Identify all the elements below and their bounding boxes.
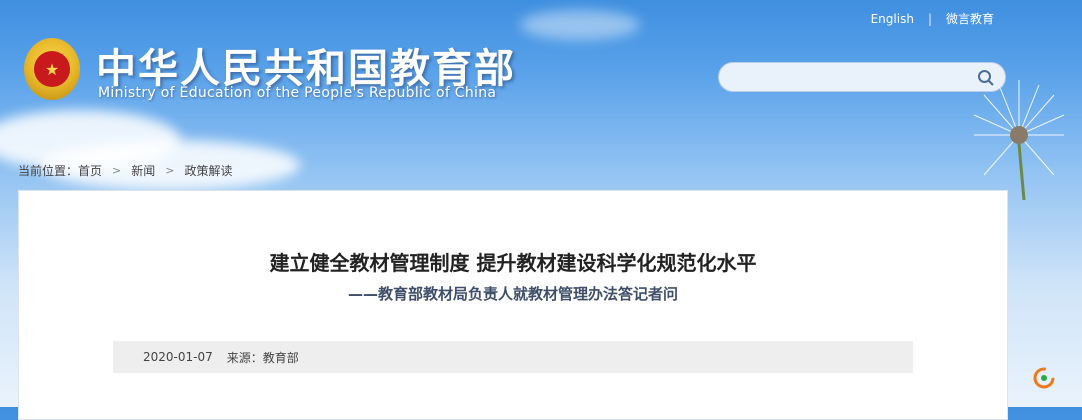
star-icon: ★ (34, 51, 70, 87)
english-link[interactable]: English (871, 12, 914, 26)
national-emblem-logo: ★ (24, 38, 80, 100)
search-icon[interactable] (977, 69, 995, 87)
weiyan-jiaoyu-link[interactable]: 微言教育 (946, 10, 994, 27)
article-date: 2020-01-07 (143, 350, 213, 364)
site-subtitle: Ministry of Education of the People's Re… (98, 85, 497, 101)
chevron-right-icon: > (112, 164, 122, 177)
breadcrumb-home[interactable]: 首页 (78, 162, 102, 179)
article-title: 建立健全教材管理制度 提升教材建设科学化规范化水平 (269, 251, 757, 275)
breadcrumb-label: 当前位置： (18, 164, 79, 178)
article-source: 来源：教育部 (226, 350, 299, 365)
article-subtitle: ——教育部教材局负责人就教材管理办法答记者问 (347, 285, 678, 303)
breadcrumb-news[interactable]: 新闻 (131, 162, 155, 179)
breadcrumb: 当前位置： 首页 > 新闻 > 政策解读 (18, 162, 233, 179)
article-container: 建立健全教材管理制度 提升教材建设科学化规范化水平 ——教育部教材局负责人就教材… (18, 190, 1008, 420)
article-meta: 2020-01-07 来源：教育部 (113, 341, 913, 373)
search-box (718, 62, 1006, 92)
cloud (520, 10, 640, 40)
divider: | (927, 11, 932, 26)
floating-widget-icon[interactable] (1032, 366, 1056, 390)
breadcrumb-policy[interactable]: 政策解读 (184, 162, 232, 179)
top-links: English | 微言教育 (871, 10, 994, 27)
search-input[interactable] (731, 63, 985, 91)
chevron-right-icon: > (165, 164, 175, 177)
